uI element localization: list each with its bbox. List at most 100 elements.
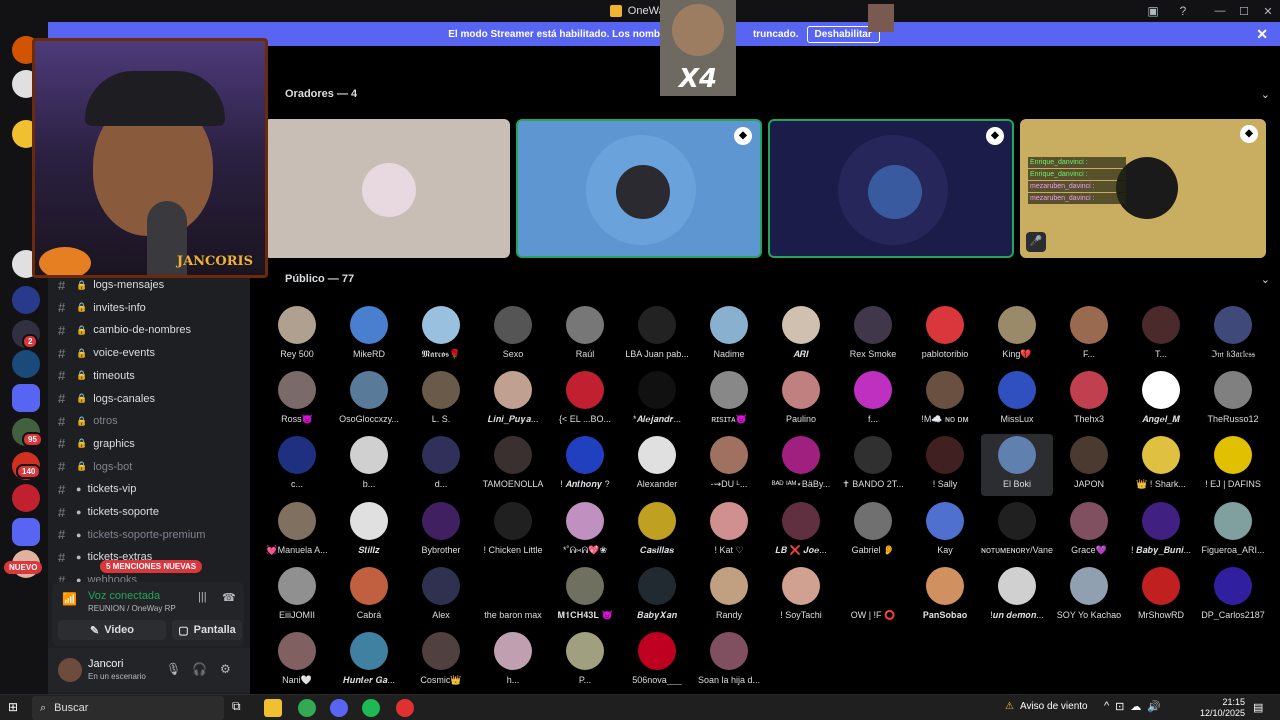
audience-member[interactable]: b... bbox=[333, 434, 405, 496]
clock[interactable]: 21:15 12/10/2025 bbox=[1200, 697, 1245, 719]
audience-member[interactable]: Cosmic👑 bbox=[405, 630, 477, 692]
audience-member[interactable]: 𝑨𝒏𝒈𝒆𝒍_𝑴 bbox=[1125, 369, 1197, 431]
audience-member[interactable]: Randy bbox=[693, 565, 765, 627]
avatar[interactable] bbox=[58, 658, 82, 682]
cloud-icon[interactable]: ☁ bbox=[1130, 700, 1141, 713]
channel-item[interactable]: # 🔒 logs-canales bbox=[58, 390, 155, 408]
audience-member[interactable]: DP_Carlos2187 bbox=[1197, 565, 1269, 627]
disconnect-icon[interactable]: ☎ bbox=[222, 591, 236, 604]
audience-member[interactable]: -⇝DU ᴸ... bbox=[693, 434, 765, 496]
noise-suppression-icon[interactable]: ||| bbox=[198, 591, 207, 603]
app-icon[interactable] bbox=[396, 699, 414, 717]
audience-member[interactable]: Paulino bbox=[765, 369, 837, 431]
file-explorer-icon[interactable] bbox=[264, 699, 282, 717]
audience-member[interactable]: ɴᴏᴛᴜᴍᴇɴᴏʀʏ/Vane bbox=[981, 500, 1053, 562]
audience-member[interactable]: 𝑳𝒊𝒏𝒊_𝑷𝒖𝒚𝒂... bbox=[477, 369, 549, 431]
channel-item[interactable]: # ● tickets-soporte bbox=[58, 503, 159, 521]
audience-member[interactable]: 𝑩𝒂𝒃𝒚𝑿𝒂𝒏 bbox=[621, 565, 693, 627]
chevron-down-icon[interactable]: ⌄ bbox=[1261, 88, 1270, 101]
channel-item[interactable]: # ● tickets-vip bbox=[58, 480, 136, 498]
audience-member[interactable]: ! Sally bbox=[909, 434, 981, 496]
microphone-icon[interactable]: 🎙 bbox=[166, 662, 181, 676]
audience-member[interactable]: f... bbox=[837, 369, 909, 431]
maximize-icon[interactable]: ☐ bbox=[1232, 5, 1256, 18]
audience-member[interactable]: LBA Juan pab... bbox=[621, 304, 693, 366]
spotify-icon[interactable] bbox=[362, 699, 380, 717]
audience-member[interactable]: F... bbox=[1053, 304, 1125, 366]
audience-member[interactable]: d... bbox=[405, 434, 477, 496]
voice-channel[interactable]: REUNION / OneWay RP bbox=[88, 604, 176, 613]
close-window-icon[interactable]: ✕ bbox=[1256, 5, 1280, 18]
audience-member[interactable]: ! 𝑨𝒏𝒕𝒉𝒐𝒏𝒚 ? bbox=[549, 434, 621, 496]
inbox-icon[interactable]: ▣ bbox=[1145, 3, 1161, 19]
channel-item[interactable]: # 🔒 invites-info bbox=[58, 299, 146, 317]
audience-member[interactable]: King💔 bbox=[981, 304, 1053, 366]
channel-item[interactable]: # 🔒 timeouts bbox=[58, 367, 135, 385]
speaker-tile[interactable]: ◆ bbox=[516, 119, 762, 258]
network-icon[interactable]: ⊡ bbox=[1115, 700, 1124, 713]
speaker-tile[interactable]: Enrique_danvinci : Enrique_danvinci : meza… bbox=[1020, 119, 1266, 258]
volume-icon[interactable]: 🔊 bbox=[1147, 700, 1161, 713]
audience-member[interactable]: Nadime bbox=[693, 304, 765, 366]
audience-member[interactable]: Alexander bbox=[621, 434, 693, 496]
audience-member[interactable]: 𝕸𝖆𝖗𝖈𝖔𝖘🌹 bbox=[405, 304, 477, 366]
channel-item[interactable]: # 🔒 graphics bbox=[58, 435, 135, 453]
close-banner-icon[interactable]: ✕ bbox=[1256, 26, 1268, 43]
audience-member[interactable]: 👑 ! Shark... bbox=[1125, 434, 1197, 496]
audience-member[interactable]: Nani🤍 bbox=[261, 630, 333, 692]
new-mentions-badge[interactable]: 5 MENCIONES NUEVAS bbox=[100, 560, 203, 573]
channel-item[interactable]: # ● tickets-soporte-premium bbox=[58, 526, 205, 544]
audience-member[interactable]: L. S. bbox=[405, 369, 477, 431]
channel-item[interactable]: # 🔒 cambio-de-nombres bbox=[58, 321, 191, 339]
audience-member[interactable]: EiiiJOMII bbox=[261, 565, 333, 627]
audience-member[interactable]: 𝑨𝑹𝑰 bbox=[765, 304, 837, 366]
chrome-icon[interactable] bbox=[298, 699, 316, 717]
audience-member[interactable]: ᴮᴬᴰ ᴵᴬᴹ⋆BäBy... bbox=[765, 434, 837, 496]
channel-item[interactable]: # 🔒 logs-mensajes bbox=[58, 276, 164, 294]
task-view-icon[interactable]: ⧉ bbox=[232, 699, 250, 717]
folder-icon[interactable] bbox=[12, 518, 40, 546]
audience-member[interactable]: Gabriel 👂 bbox=[837, 500, 909, 562]
audience-member[interactable]: ʀɪsɪᴛᴀ😈 bbox=[693, 369, 765, 431]
voice-status[interactable]: Voz conectada bbox=[88, 590, 160, 602]
audience-member[interactable]: 𝑯𝒖𝒏𝒕𝒆𝒓 𝑮𝒂... bbox=[333, 630, 405, 692]
screen-share-button[interactable]: ▢ Pantalla bbox=[172, 620, 242, 640]
channel-item[interactable]: # 🔒 otros bbox=[58, 412, 118, 430]
audience-member[interactable]: TheRusso12 bbox=[1197, 369, 1269, 431]
server-icon[interactable] bbox=[12, 286, 40, 314]
audience-member[interactable]: MrShowRD bbox=[1125, 565, 1197, 627]
audience-member[interactable]: 𝑺𝒕𝒊𝒍𝒍𝒛 bbox=[333, 500, 405, 562]
audience-member[interactable]: Rex Smoke bbox=[837, 304, 909, 366]
channel-item[interactable]: # 🔒 logs-bot bbox=[58, 458, 132, 476]
audience-member[interactable]: *˚ᕱ⑅ᕱ💖❀ bbox=[549, 500, 621, 562]
audience-member[interactable]: Thehx3 bbox=[1053, 369, 1125, 431]
taskbar-search[interactable]: ⌕ Buscar bbox=[32, 696, 224, 720]
audience-member[interactable]: T... bbox=[1125, 304, 1197, 366]
audience-member[interactable]: 𝑪𝒂𝒔𝒊𝒍𝒍𝒂𝒔 bbox=[621, 500, 693, 562]
audience-member[interactable]: the baron max bbox=[477, 565, 549, 627]
speaker-tile[interactable] bbox=[264, 119, 510, 258]
chevron-up-icon[interactable]: ^ bbox=[1104, 700, 1109, 713]
discord-taskbar-icon[interactable] bbox=[330, 699, 348, 717]
audience-member[interactable]: Kay bbox=[909, 500, 981, 562]
notifications-icon[interactable]: ▤ bbox=[1253, 701, 1263, 714]
audience-member[interactable]: OW | !F ⭕ bbox=[837, 565, 909, 627]
settings-gear-icon[interactable]: ⚙ bbox=[220, 662, 231, 676]
windows-start-icon[interactable]: ⊞ bbox=[8, 700, 22, 714]
new-badge[interactable]: NUEVO bbox=[4, 561, 43, 574]
audience-member[interactable]: Rey 500 bbox=[261, 304, 333, 366]
channel-item[interactable]: # 🔒 voice-events bbox=[58, 344, 155, 362]
audience-member[interactable]: 💓Manuela A... bbox=[261, 500, 333, 562]
minimize-icon[interactable]: — bbox=[1208, 5, 1232, 17]
audience-member[interactable]: Sexo bbox=[477, 304, 549, 366]
audience-member[interactable]: TAMOENOLLA bbox=[477, 434, 549, 496]
help-icon[interactable]: ? bbox=[1175, 3, 1191, 19]
audience-member[interactable]: ✝ BANDO 2T... bbox=[837, 434, 909, 496]
speaker-tile[interactable]: ◆ bbox=[768, 119, 1014, 258]
server-icon[interactable] bbox=[12, 350, 40, 378]
audience-member[interactable]: *𝑨𝒍𝒆𝒋𝒂𝒏𝒅𝒓... bbox=[621, 369, 693, 431]
audience-member[interactable]: ! EJ | DAFINS bbox=[1197, 434, 1269, 496]
audience-member[interactable]: Ross😈 bbox=[261, 369, 333, 431]
audience-member[interactable]: !𝒖𝒏 𝒅𝒆𝒎𝒐𝒏... bbox=[981, 565, 1053, 627]
audience-member[interactable]: OsoGloccxzy... bbox=[333, 369, 405, 431]
